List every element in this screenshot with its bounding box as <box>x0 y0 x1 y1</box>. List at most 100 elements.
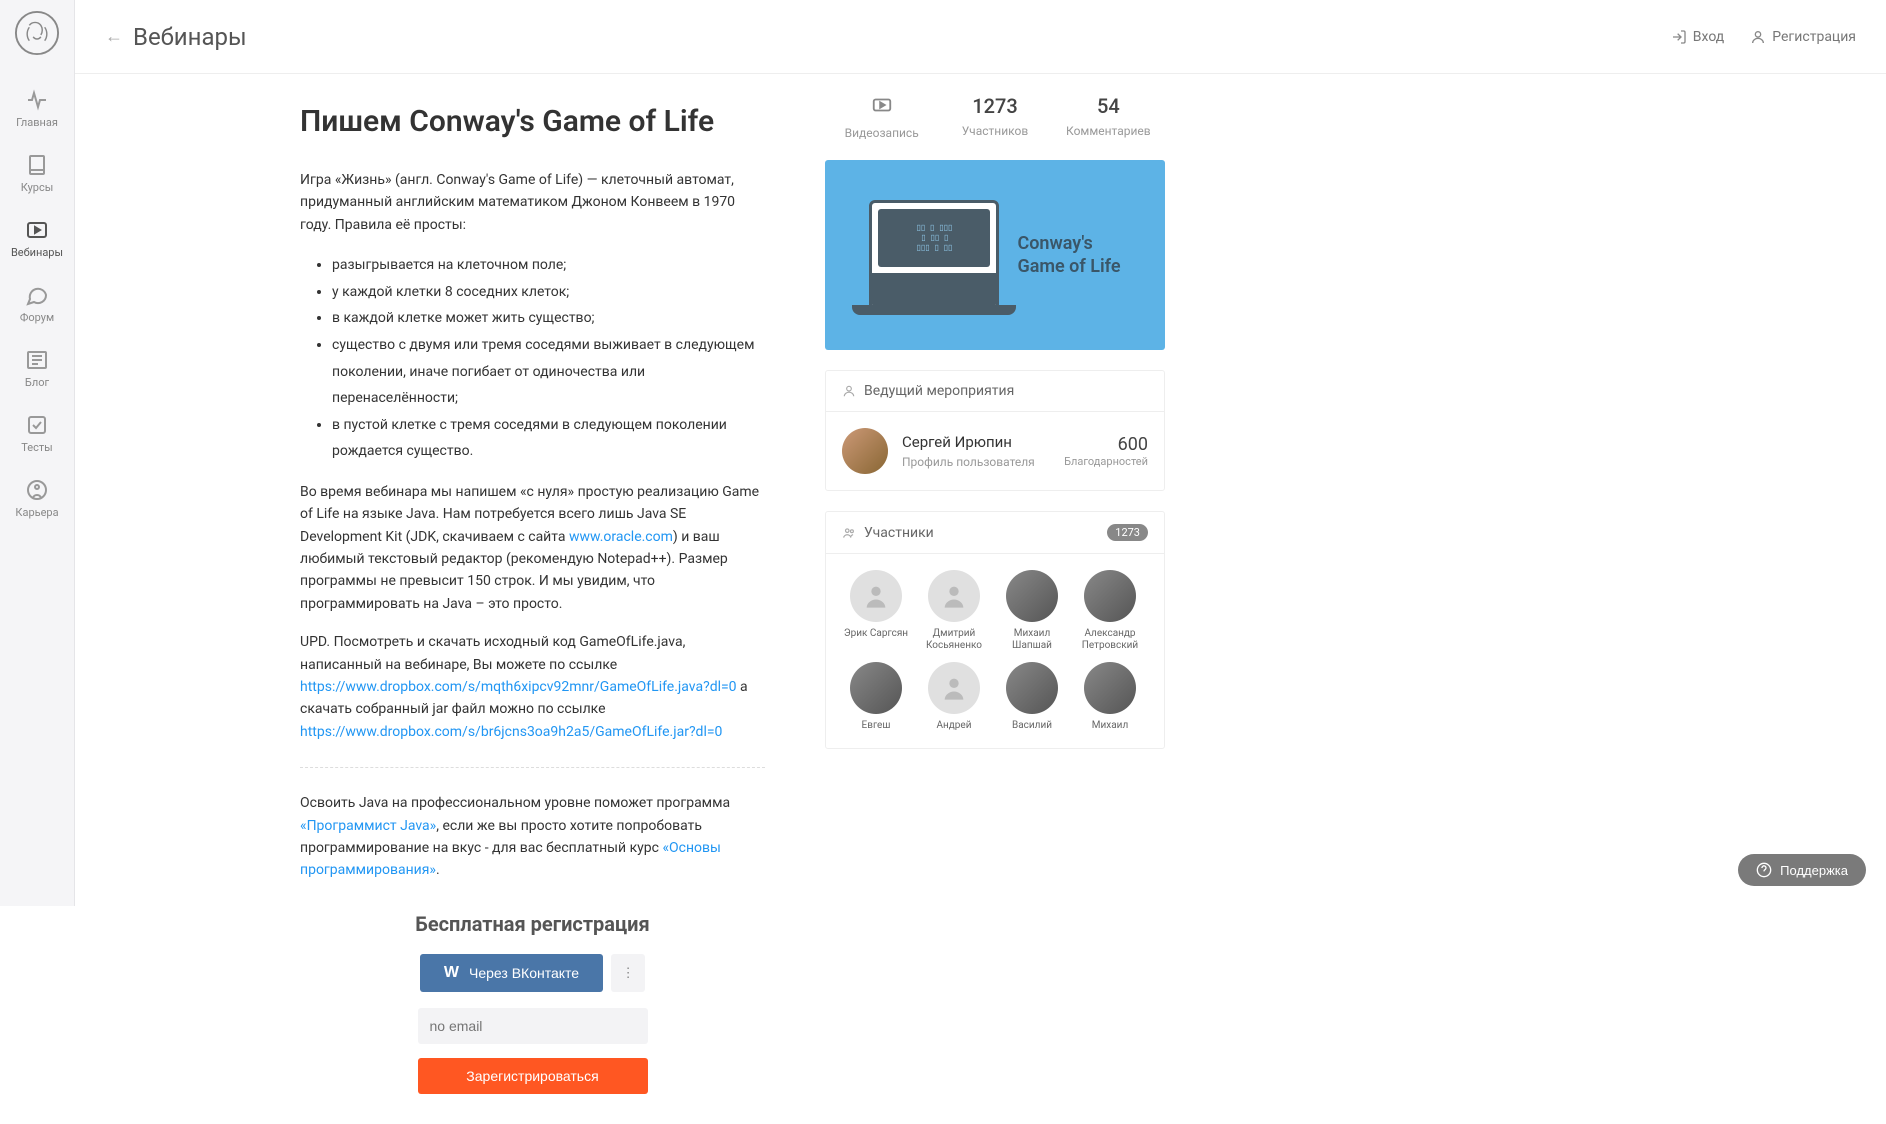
nav-home[interactable]: Главная <box>0 76 74 141</box>
participant-item[interactable]: Евгеш <box>840 662 912 732</box>
book-icon <box>25 153 49 177</box>
rocket-icon <box>25 478 49 502</box>
intro-paragraph: Игра «Жизнь» (англ. Conway's Game of Lif… <box>300 169 765 236</box>
register-link[interactable]: Регистрация <box>1750 29 1856 45</box>
nav-webinars[interactable]: Вебинары <box>0 206 74 271</box>
oracle-link[interactable]: www.oracle.com <box>569 529 673 545</box>
host-section: Ведущий мероприятия Сергей Ирюпин Профил… <box>825 370 1165 491</box>
participants-badge: 1273 <box>1107 524 1148 541</box>
login-icon <box>1671 29 1687 45</box>
news-icon <box>25 348 49 372</box>
stat-participants[interactable]: 1273 Участников <box>938 94 1051 140</box>
person-icon <box>842 384 856 398</box>
host-header-label: Ведущий мероприятия <box>864 383 1014 399</box>
sidebar: Главная Курсы Вебинары Форум Блог Тесты … <box>0 0 75 906</box>
thumbnail[interactable]: ▯▯ ▯ ▯▯▯ ▯ ▯▯ ▯ ▯▯▯ ▯ ▯▯ Conway's Game o… <box>825 160 1165 350</box>
nav-career[interactable]: Карьера <box>0 466 74 531</box>
email-input[interactable] <box>418 1008 648 1044</box>
back-arrow-icon[interactable]: ← <box>105 26 123 47</box>
stats-row: Видеозапись 1273 Участников 54 Комментар… <box>825 94 1165 140</box>
participant-item[interactable]: Василий <box>996 662 1068 732</box>
participant-name: Дмитрий Косьяненко <box>918 628 990 652</box>
participant-name: Михаил Шапшай <box>996 628 1068 652</box>
right-column: Видеозапись 1273 Участников 54 Комментар… <box>825 74 1165 1124</box>
participant-avatar <box>850 570 902 622</box>
stat-value: 1273 <box>938 94 1051 118</box>
rules-list: разыгрывается на клеточном поле; у каждо… <box>300 252 765 465</box>
participant-avatar <box>1084 662 1136 714</box>
list-item: в каждой клетке может жить существо; <box>332 305 765 332</box>
participants-grid: Эрик Саргсян Дмитрий КосьяненкоМихаил Шап… <box>826 554 1164 748</box>
nav-forum[interactable]: Форум <box>0 271 74 336</box>
host-header: Ведущий мероприятия <box>826 371 1164 412</box>
check-icon <box>25 413 49 437</box>
dropbox-link-java[interactable]: https://www.dropbox.com/s/mqth6xipcv92mn… <box>300 679 737 695</box>
play-icon <box>25 218 49 242</box>
list-item: у каждой клетки 8 соседних клеток; <box>332 279 765 306</box>
nav-label: Блог <box>25 376 49 389</box>
participant-avatar <box>1006 662 1058 714</box>
logo[interactable] <box>14 10 60 56</box>
chat-icon <box>25 283 49 307</box>
list-item: в пустой клетке с тремя соседями в следу… <box>332 412 765 465</box>
support-label: Поддержка <box>1780 863 1848 878</box>
host-row[interactable]: Сергей Ирюпин Профиль пользователя 600 Б… <box>826 412 1164 490</box>
nav-label: Форум <box>20 311 54 324</box>
participant-avatar <box>1006 570 1058 622</box>
participant-item[interactable]: Михаил <box>1074 662 1146 732</box>
laptop-illustration: ▯▯ ▯ ▯▯▯ ▯ ▯▯ ▯ ▯▯▯ ▯ ▯▯ <box>869 200 999 310</box>
people-icon <box>842 526 856 540</box>
host-thanks-count: 600 <box>1064 434 1148 455</box>
participant-avatar <box>928 570 980 622</box>
host-sub: Профиль пользователя <box>902 455 1050 469</box>
participant-avatar <box>850 662 902 714</box>
nav-label: Вебинары <box>11 246 63 259</box>
breadcrumb: ← Вебинары <box>105 23 247 51</box>
more-options-button[interactable]: ⋮ <box>611 954 645 992</box>
registration-title: Бесплатная регистрация <box>300 912 765 936</box>
nav-label: Тесты <box>21 441 52 454</box>
participant-item[interactable]: Дмитрий Косьяненко <box>918 570 990 652</box>
participant-avatar <box>1084 570 1136 622</box>
host-name: Сергей Ирюпин <box>902 433 1050 451</box>
participants-section: Участники 1273 Эрик Саргсян Дмитрий Косья… <box>825 511 1165 749</box>
article-title: Пишем Conway's Game of Life <box>300 104 765 139</box>
dropbox-link-jar[interactable]: https://www.dropbox.com/s/br6jcns3oa9h2a… <box>300 724 722 740</box>
participant-name: Андрей <box>918 720 990 732</box>
participant-name: Эрик Саргсян <box>840 628 912 640</box>
paragraph-4: Освоить Java на профессиональном уровне … <box>300 792 765 882</box>
stat-value: 54 <box>1052 94 1165 118</box>
stat-label: Видеозапись <box>825 126 938 140</box>
participant-name: Александр Петровский <box>1074 628 1146 652</box>
user-icon <box>1750 29 1766 45</box>
stat-comments[interactable]: 54 Комментариев <box>1052 94 1165 140</box>
divider <box>300 767 765 768</box>
course-link-java[interactable]: «Программист Java» <box>300 818 436 834</box>
vk-label: Через ВКонтакте <box>469 965 579 981</box>
submit-button[interactable]: Зарегистрироваться <box>418 1058 648 1094</box>
participant-item[interactable]: Эрик Саргсян <box>840 570 912 652</box>
stat-video[interactable]: Видеозапись <box>825 94 938 140</box>
participant-item[interactable]: Андрей <box>918 662 990 732</box>
nav-tests[interactable]: Тесты <box>0 401 74 466</box>
vk-button[interactable]: W Через ВКонтакте <box>420 954 603 992</box>
participant-item[interactable]: Михаил Шапшай <box>996 570 1068 652</box>
thumbnail-title: Conway's Game of Life <box>1017 232 1120 279</box>
breadcrumb-title[interactable]: Вебинары <box>133 23 247 51</box>
paragraph-2: Во время вебинара мы напишем «с нуля» пр… <box>300 481 765 615</box>
nav-blog[interactable]: Блог <box>0 336 74 401</box>
pulse-icon <box>25 88 49 112</box>
vk-icon: W <box>444 964 459 982</box>
participant-name: Михаил <box>1074 720 1146 732</box>
support-button[interactable]: Поддержка <box>1738 854 1866 886</box>
stat-label: Комментариев <box>1052 124 1165 138</box>
nav-courses[interactable]: Курсы <box>0 141 74 206</box>
list-item: существо с двумя или тремя соседями выжи… <box>332 332 765 412</box>
nav-label: Главная <box>16 116 58 129</box>
participant-item[interactable]: Александр Петровский <box>1074 570 1146 652</box>
login-link[interactable]: Вход <box>1671 29 1724 45</box>
registration-box: Бесплатная регистрация W Через ВКонтакте… <box>300 912 765 1094</box>
nav-label: Карьера <box>15 506 58 519</box>
participants-header-label: Участники <box>864 525 934 541</box>
top-header: ← Вебинары Вход Регистрация <box>75 0 1886 74</box>
